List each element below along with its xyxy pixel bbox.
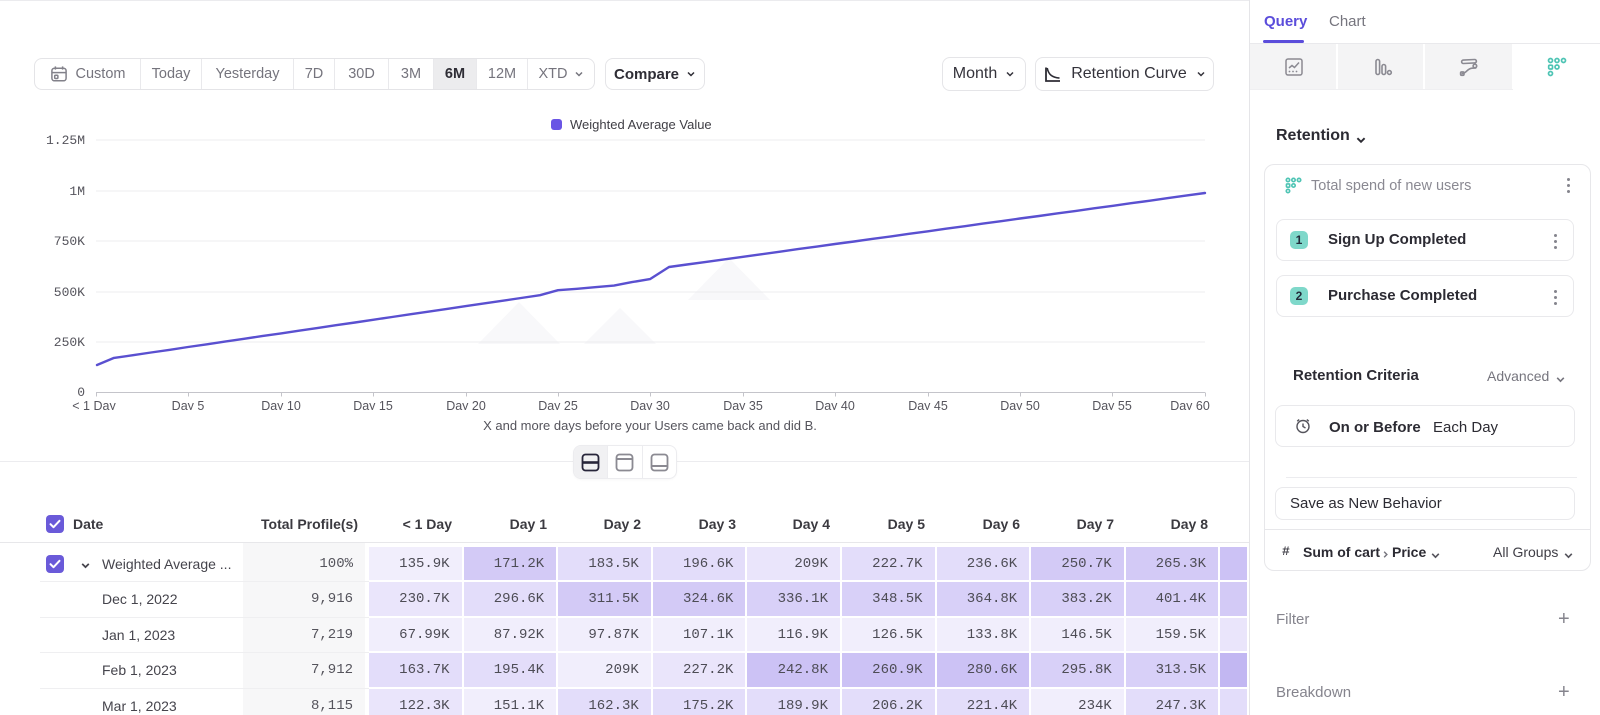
svg-text:250K: 250K	[54, 335, 85, 350]
svg-text:500K: 500K	[54, 285, 85, 300]
svg-text:1M: 1M	[69, 184, 85, 199]
svg-text:Day 50: Day 50	[1000, 399, 1040, 410]
svg-text:Day 60: Day 60	[1170, 399, 1210, 410]
svg-text:Day 45: Day 45	[908, 399, 948, 410]
svg-text:< 1 Day: < 1 Day	[72, 399, 116, 410]
svg-text:750K: 750K	[54, 234, 85, 249]
svg-text:1.25M: 1.25M	[46, 133, 85, 148]
svg-text:Day 35: Day 35	[723, 399, 763, 410]
svg-text:Day 40: Day 40	[815, 399, 855, 410]
svg-text:Day 15: Day 15	[353, 399, 393, 410]
svg-text:Day 25: Day 25	[538, 399, 578, 410]
svg-text:Day 55: Day 55	[1092, 399, 1132, 410]
svg-text:Day 10: Day 10	[261, 399, 301, 410]
svg-text:Day 20: Day 20	[446, 399, 486, 410]
svg-text:Day 5: Day 5	[172, 399, 205, 410]
svg-text:Day 30: Day 30	[630, 399, 670, 410]
svg-text:0: 0	[77, 385, 85, 400]
